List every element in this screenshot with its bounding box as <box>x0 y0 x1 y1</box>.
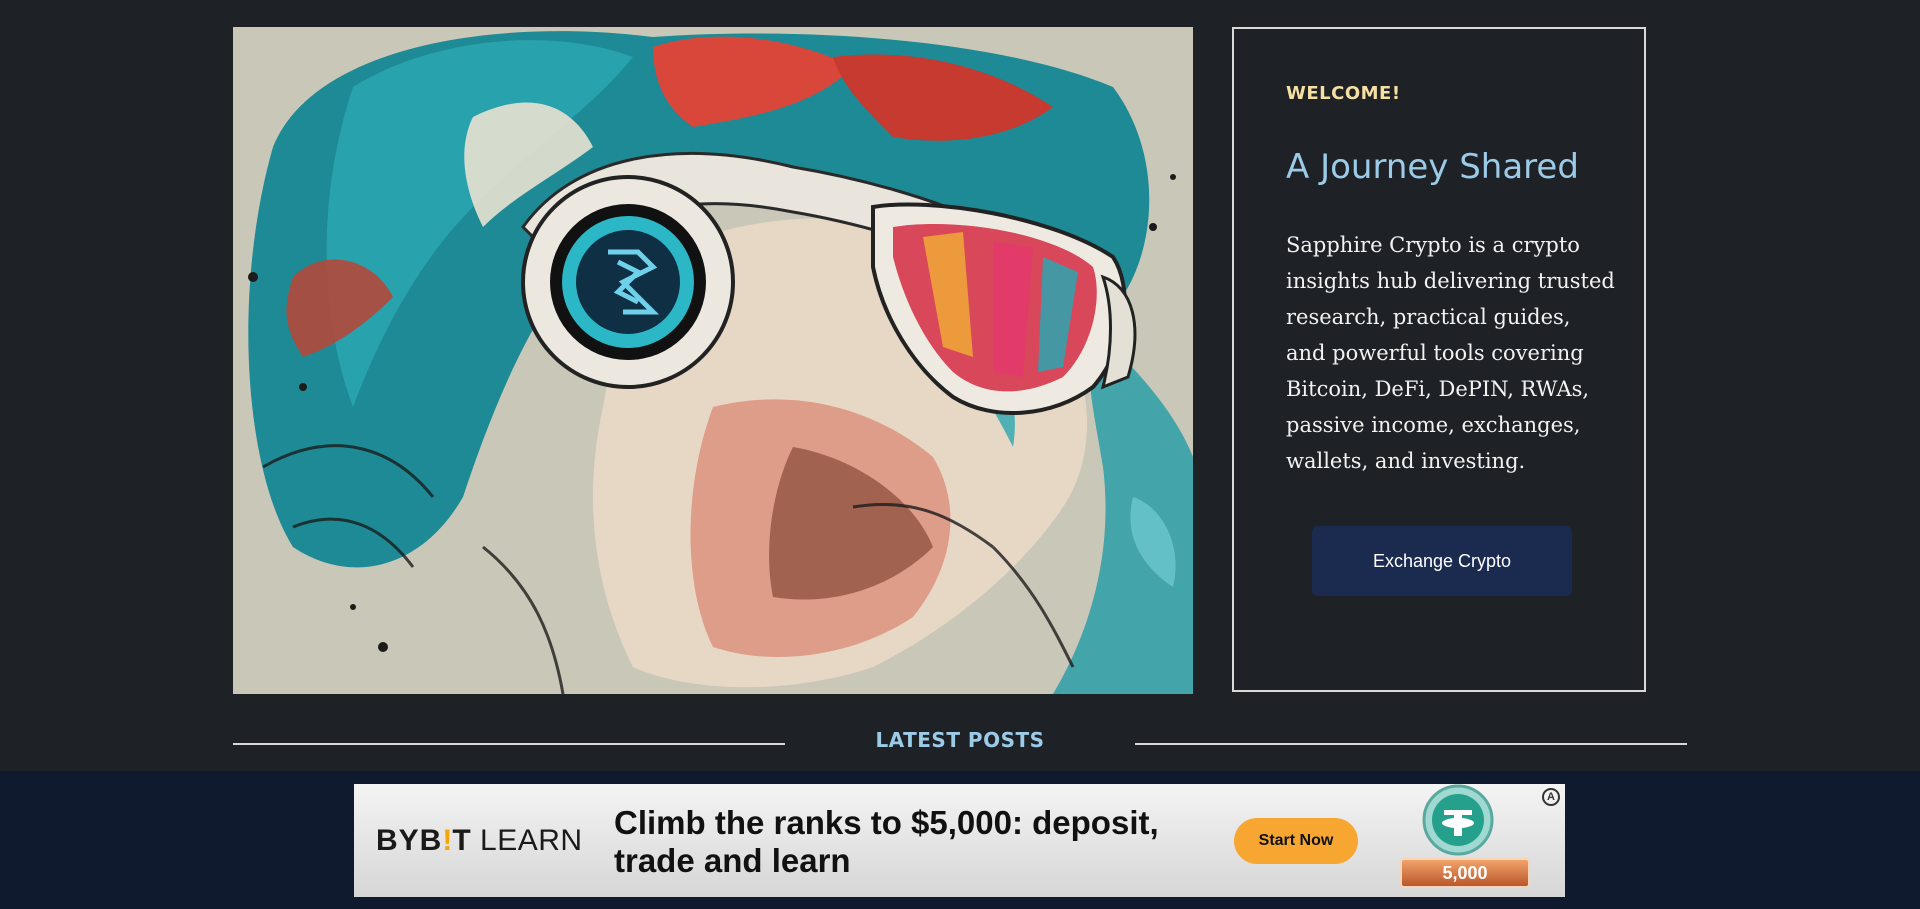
adchoices-icon[interactable]: A <box>1542 788 1560 806</box>
welcome-description: Sapphire Crypto is a crypto insights hub… <box>1286 233 1615 473</box>
welcome-kicker: WELCOME! <box>1286 83 1401 104</box>
hero-illustration <box>233 27 1193 694</box>
ad-banner[interactable]: BYB!T LEARN Climb the ranks to $5,000: d… <box>354 784 1565 897</box>
ad-brand-logo: BYB!T LEARN <box>376 824 583 858</box>
welcome-card: WELCOME! A Journey Shared Sapphire Crypt… <box>1232 27 1646 692</box>
divider-left <box>233 743 785 745</box>
exchange-crypto-button[interactable]: Exchange Crypto <box>1312 526 1572 596</box>
ad-brand-bang: ! <box>442 824 453 857</box>
latest-posts-heading: LATEST POSTS <box>875 728 1045 752</box>
ad-brand-end: T <box>452 824 472 857</box>
ad-start-now-button[interactable]: Start Now <box>1234 818 1358 864</box>
hero-image <box>233 27 1193 694</box>
ad-brand-main: BYB <box>376 824 443 857</box>
ad-reward-badge: 5,000 <box>1400 858 1530 888</box>
ad-headline: Climb the ranks to $5,000: deposit, trad… <box>614 804 1159 879</box>
ad-brand-sub: LEARN <box>480 824 583 857</box>
welcome-title: A Journey Shared <box>1286 147 1579 187</box>
divider-right <box>1135 743 1687 745</box>
